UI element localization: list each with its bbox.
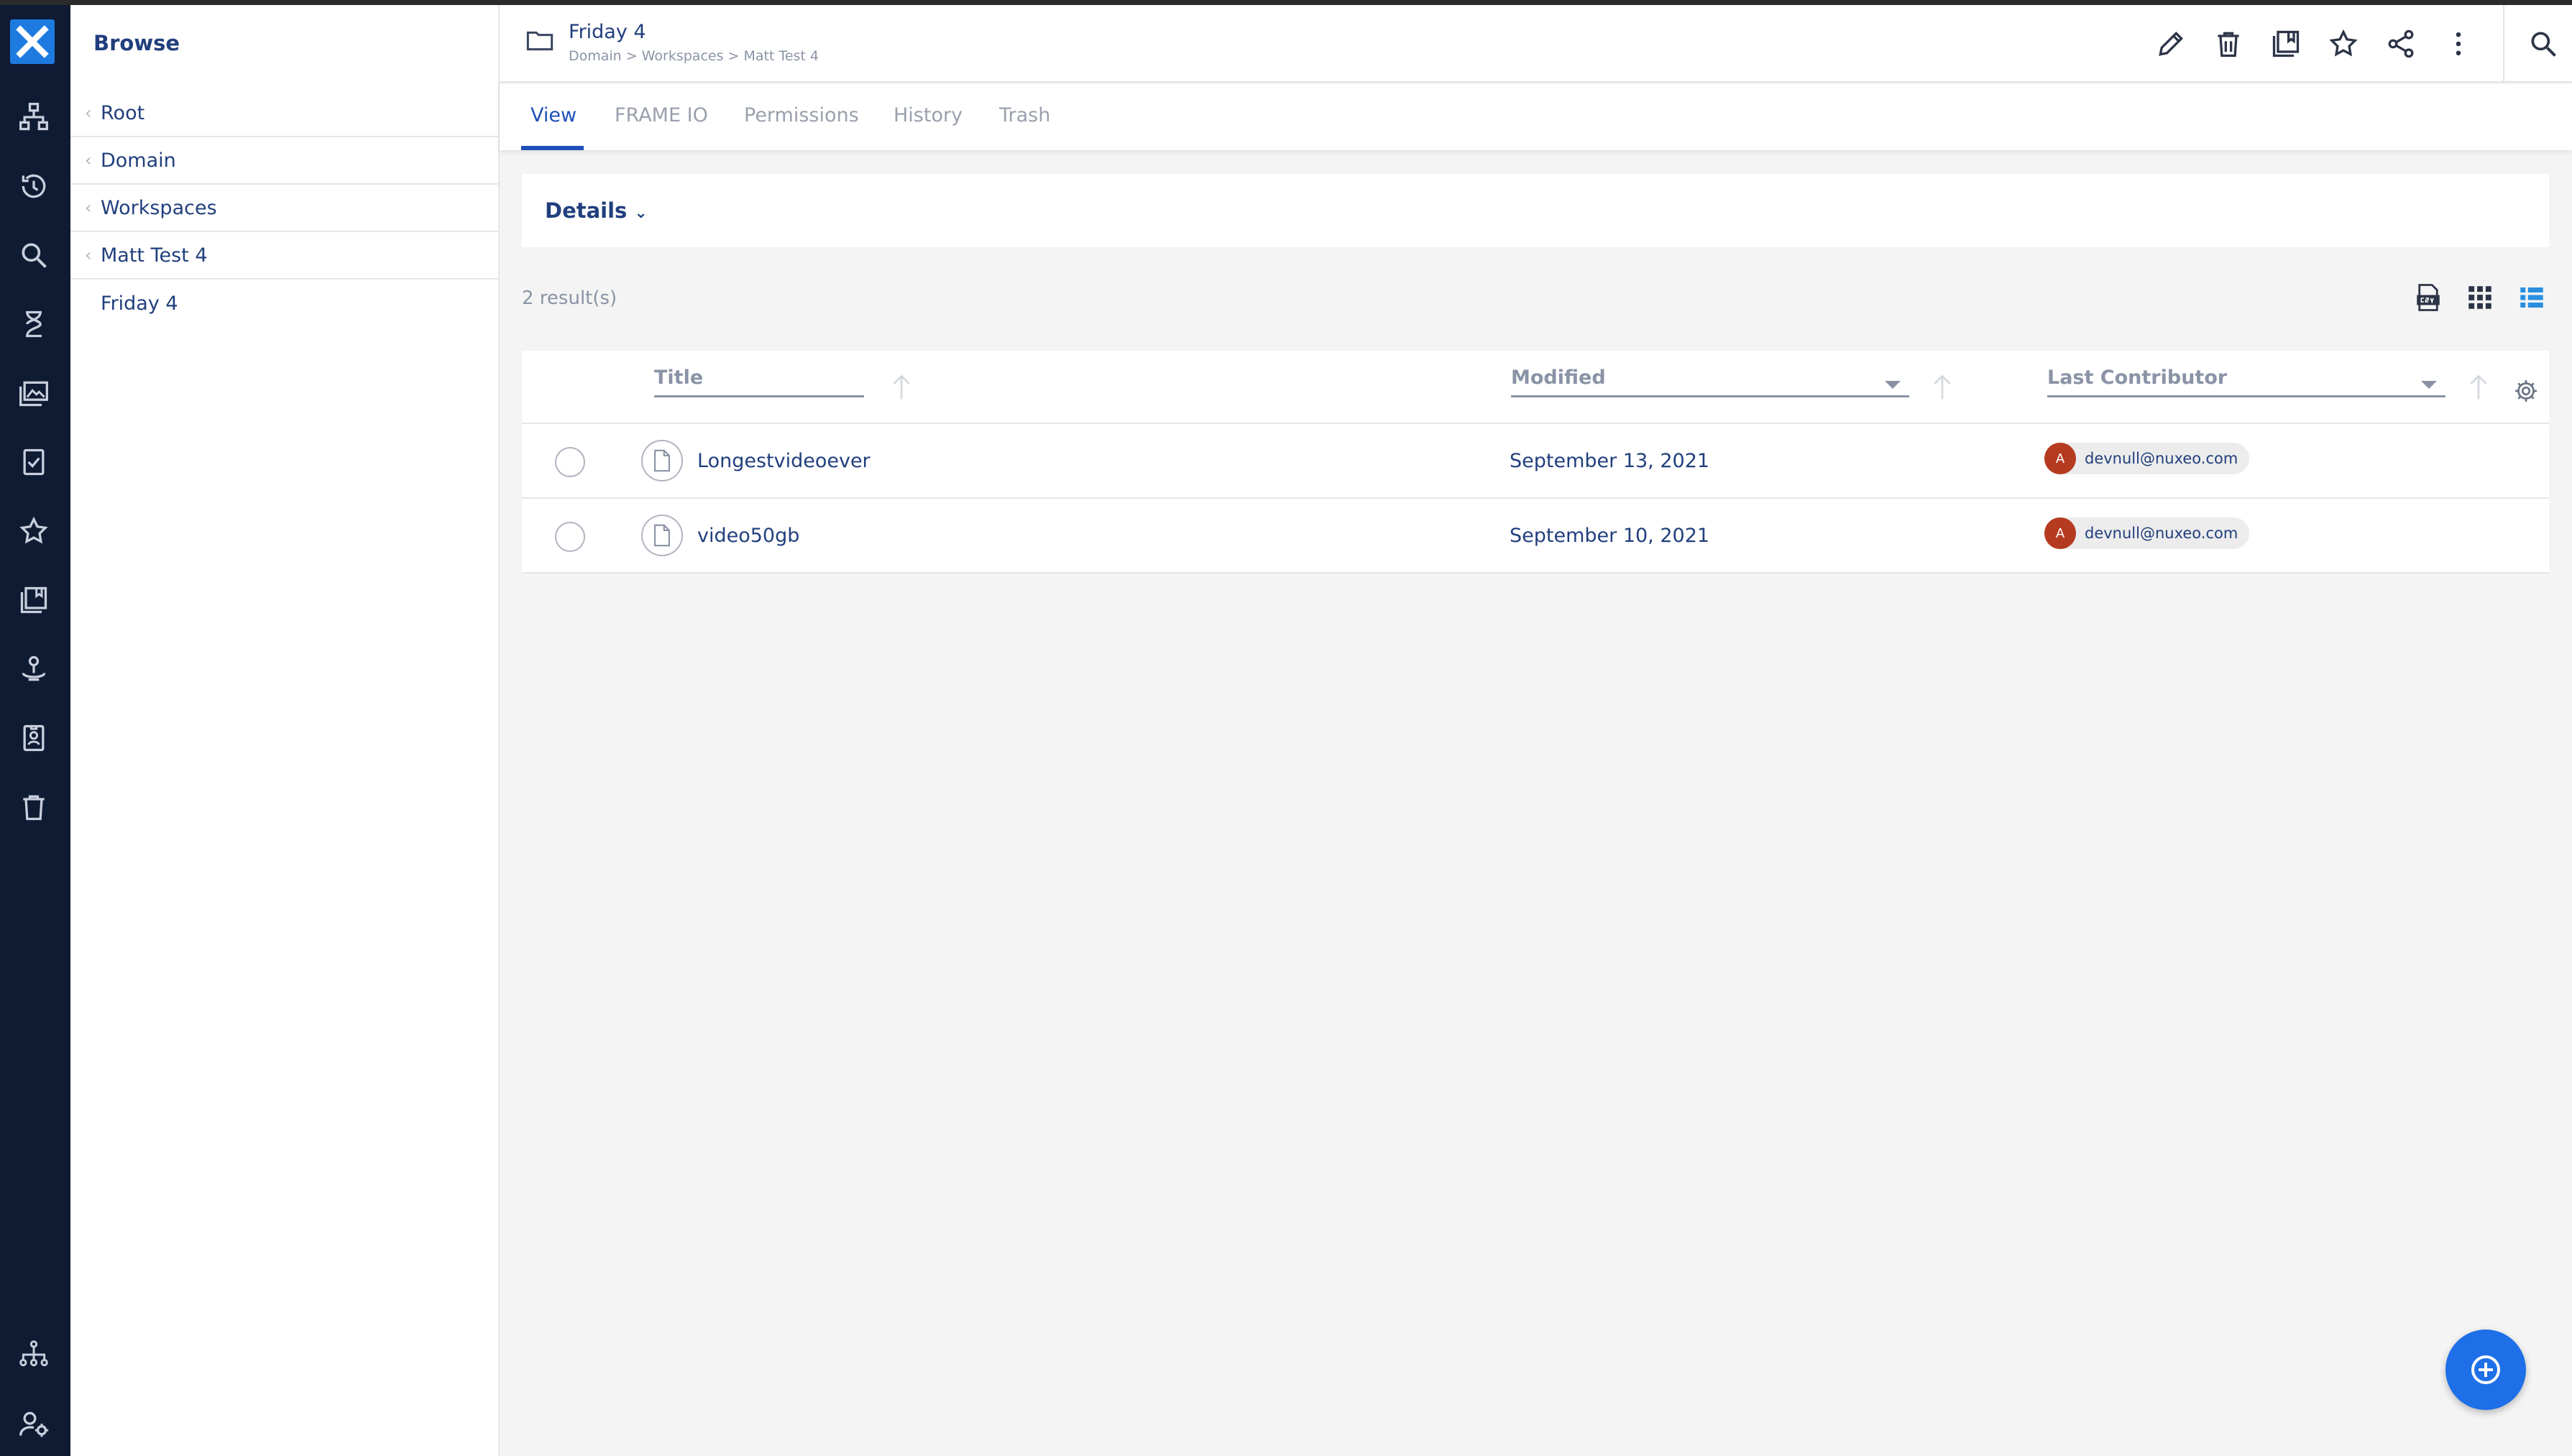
personal-workspace-icon[interactable] <box>14 649 54 689</box>
row-modified: September 13, 2021 <box>1510 450 1710 472</box>
tab-permissions[interactable]: Permissions <box>744 104 859 150</box>
avatar: A <box>2044 443 2076 474</box>
collections-icon[interactable] <box>14 373 54 413</box>
view-tools <box>2411 280 2549 315</box>
tree-node-matt-test-4[interactable]: ‹ Matt Test 4 <box>70 232 500 280</box>
details-card: Details ⌄ <box>522 174 2549 247</box>
search-icon <box>2531 32 2556 57</box>
dropdown-arrow-icon <box>2421 381 2437 389</box>
document-icon <box>641 515 683 556</box>
clipboard-check-icon[interactable] <box>14 442 54 482</box>
edit-button[interactable] <box>2142 15 2200 73</box>
chevron-left-icon: ‹ <box>85 245 92 265</box>
more-icon <box>2456 32 2461 56</box>
sort-arrow-icon[interactable] <box>890 372 913 401</box>
table-header: Title Modified Last Contributor <box>522 351 2549 424</box>
row-select-radio[interactable] <box>555 522 585 552</box>
more-button[interactable] <box>2430 15 2487 73</box>
chevron-down-icon: ⌄ <box>634 204 648 222</box>
avatar: A <box>2044 517 2076 549</box>
add-to-collection-button[interactable] <box>2257 15 2315 73</box>
browse-icon[interactable] <box>14 97 54 137</box>
logo-icon[interactable] <box>10 19 55 64</box>
delete-button[interactable] <box>2200 15 2257 73</box>
add-to-collection-icon <box>2272 30 2300 57</box>
tab-view[interactable]: View <box>531 104 577 150</box>
tab-frame-io[interactable]: FRAME IO <box>615 104 708 150</box>
grid-view-icon <box>2468 286 2491 309</box>
table-row[interactable]: Longestvideoever September 13, 2021 A de… <box>522 424 2549 499</box>
contributor-chip[interactable]: A devnull@nuxeo.com <box>2044 443 2250 474</box>
favorite-button[interactable] <box>2315 15 2372 73</box>
search-icon[interactable] <box>14 235 54 275</box>
header-actions <box>2142 5 2572 83</box>
delete-icon <box>2218 32 2239 57</box>
row-title-link[interactable]: video50gb <box>697 525 799 547</box>
tasks-icon[interactable] <box>14 304 54 344</box>
folder-icon <box>526 31 554 51</box>
document-header: Friday 4 Domain > Workspaces > Matt Test… <box>500 5 2572 83</box>
admin-user-icon[interactable] <box>14 1404 54 1444</box>
share-icon <box>2388 29 2414 58</box>
sort-arrow-icon[interactable] <box>2467 372 2490 401</box>
chevron-left-icon: ‹ <box>85 103 92 123</box>
title-filter-underline <box>654 395 864 397</box>
breadcrumb[interactable]: Domain > Workspaces > Matt Test 4 <box>569 48 819 64</box>
top-strip <box>0 0 2572 5</box>
contributor-chip[interactable]: A devnull@nuxeo.com <box>2044 517 2250 549</box>
table-row[interactable]: video50gb September 10, 2021 A devnull@n… <box>522 499 2549 573</box>
divider <box>2503 5 2504 83</box>
tree-node-root[interactable]: ‹ Root <box>70 90 500 137</box>
dropdown-arrow-icon <box>1885 381 1901 389</box>
column-header-modified[interactable]: Modified <box>1511 367 1909 397</box>
tree-node-domain[interactable]: ‹ Domain <box>70 137 500 185</box>
browse-tree: ‹ Root ‹ Domain ‹ Workspaces ‹ Matt Test 4 F… <box>70 90 500 327</box>
browse-panel: Browse ‹ Root ‹ Domain ‹ Workspaces ‹ Matt T… <box>70 5 500 1456</box>
chevron-left-icon: ‹ <box>85 150 92 170</box>
column-header-last-contributor[interactable]: Last Contributor <box>2047 367 2445 397</box>
create-document-button[interactable] <box>2445 1330 2526 1410</box>
browse-heading: Browse <box>93 31 180 55</box>
favorites-icon[interactable] <box>14 511 54 551</box>
details-toggle[interactable]: Details ⌄ <box>545 198 648 223</box>
add-circle-icon <box>2471 1355 2500 1384</box>
document-icon <box>641 440 683 482</box>
tree-node-workspaces[interactable]: ‹ Workspaces <box>70 185 500 232</box>
edit-icon <box>2159 31 2184 56</box>
contributor-email: devnull@nuxeo.com <box>2085 450 2238 467</box>
list-view-icon <box>2520 287 2543 308</box>
active-tab-indicator <box>521 146 584 150</box>
tab-history[interactable]: History <box>894 104 963 150</box>
contributor-filter-underline <box>2047 395 2445 397</box>
sitemap-icon[interactable] <box>14 1335 54 1375</box>
modified-filter-underline <box>1511 395 1909 397</box>
row-modified: September 10, 2021 <box>1510 525 1710 547</box>
export-csv-button[interactable] <box>2411 280 2445 315</box>
sort-arrow-icon[interactable] <box>1931 372 1954 401</box>
column-header-title[interactable]: Title <box>654 367 864 397</box>
chevron-left-icon: ‹ <box>85 198 92 218</box>
document-tabs: View FRAME IO Permissions History Trash <box>500 84 2572 150</box>
page-title: Friday 4 <box>569 21 646 43</box>
csv-icon <box>2417 284 2440 311</box>
gear-icon[interactable] <box>2513 378 2539 404</box>
contributor-email: devnull@nuxeo.com <box>2085 525 2238 542</box>
id-badge-icon[interactable] <box>14 718 54 758</box>
favorite-icon <box>2329 29 2358 57</box>
tab-trash[interactable]: Trash <box>999 104 1050 150</box>
clipboard-icon[interactable] <box>14 580 54 620</box>
tree-node-current[interactable]: Friday 4 <box>70 280 500 327</box>
row-title-link[interactable]: Longestvideoever <box>697 450 871 472</box>
list-view-button[interactable] <box>2514 280 2549 315</box>
left-rail <box>0 5 70 1456</box>
header-search-button[interactable] <box>2514 15 2572 73</box>
trash-icon[interactable] <box>14 787 54 827</box>
results-table: Title Modified Last Contributor Longestv… <box>522 351 2549 573</box>
results-count: 2 result(s) <box>522 287 617 309</box>
grid-view-button[interactable] <box>2463 280 2497 315</box>
history-icon[interactable] <box>14 166 54 206</box>
row-select-radio[interactable] <box>555 447 585 477</box>
share-button[interactable] <box>2372 15 2430 73</box>
